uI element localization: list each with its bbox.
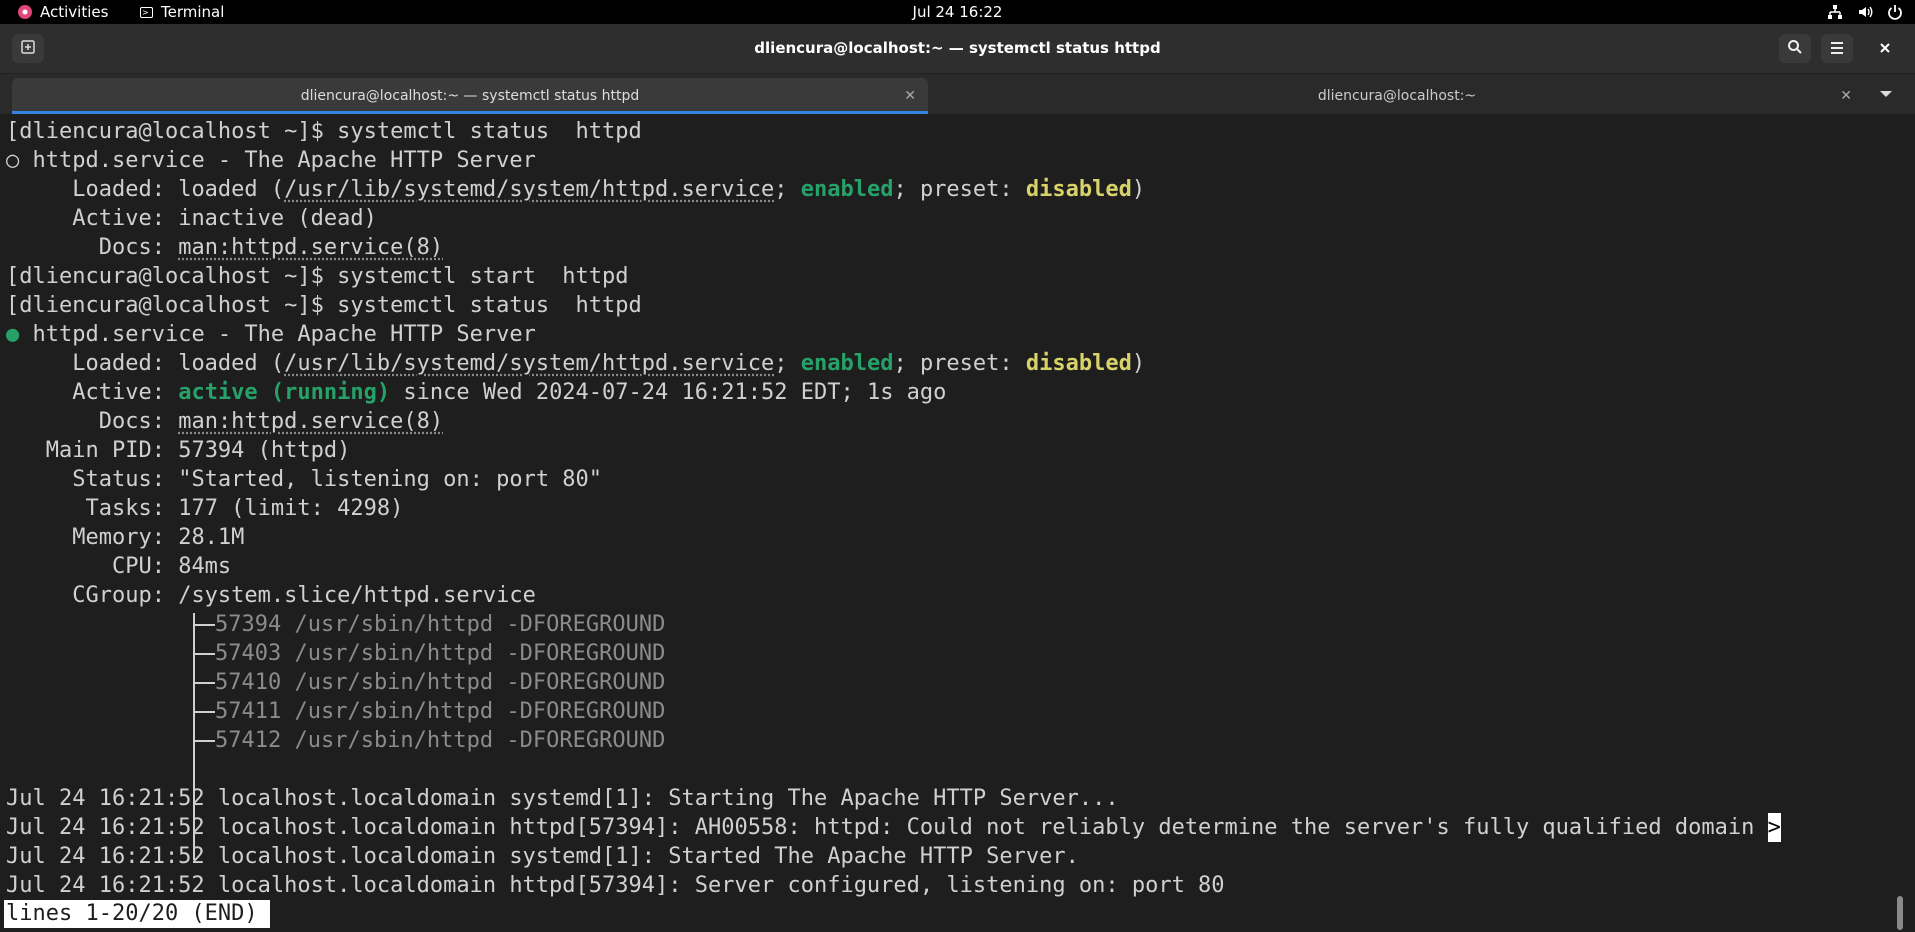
terminal-output[interactable]: [dliencura@localhost ~]$ systemctl statu… — [0, 117, 1915, 932]
terminal-scrollbar[interactable] — [1897, 896, 1903, 930]
terminal-line: Loaded: loaded (/usr/lib/systemd/system/… — [72, 351, 1146, 376]
new-tab-button[interactable] — [12, 34, 44, 63]
prompt: [dliencura@localhost ~]$ — [6, 264, 338, 289]
search-icon — [1787, 39, 1803, 59]
terminal-line: ○ httpd.service - The Apache HTTP Server — [6, 146, 536, 175]
network-icon[interactable] — [1827, 4, 1843, 20]
prompt: [dliencura@localhost ~]$ — [6, 293, 338, 318]
service-title: httpd.service - The Apache HTTP Server — [32, 322, 536, 347]
inactive-circle-icon: ○ — [6, 148, 33, 173]
close-icon — [1879, 39, 1891, 58]
cgroup-process: 57403 /usr/sbin/httpd -DFOREGROUND — [215, 641, 666, 666]
command: systemctl start httpd — [337, 264, 629, 289]
terminal-line: [dliencura@localhost ~]$ systemctl start… — [6, 262, 629, 291]
log-line: Jul 24 16:21:52 localhost.localdomain sy… — [6, 786, 1119, 811]
volume-icon[interactable] — [1857, 4, 1873, 20]
log-line: Jul 24 16:21:52 localhost.localdomain ht… — [6, 873, 1225, 898]
chevron-down-icon — [1878, 89, 1894, 108]
active-label: Active: — [72, 380, 179, 405]
terminal-line: CPU: 84ms — [6, 552, 231, 581]
status-line: Status: "Started, listening on: port 80" — [72, 467, 603, 492]
tab-shell[interactable]: dliencura@localhost:~ ✕ — [930, 78, 1864, 114]
docs-link[interactable]: man:httpd.service(8) — [178, 235, 443, 260]
command: systemctl status httpd — [337, 293, 642, 318]
terminal-line: Docs: man:httpd.service(8) — [6, 233, 443, 262]
window-title: dliencura@localhost:~ — systemctl status… — [754, 39, 1161, 57]
main-menu-button[interactable] — [1821, 34, 1853, 63]
tasks-line: Tasks: 177 (limit: 4298) — [85, 496, 404, 521]
preset-state: disabled — [1025, 177, 1132, 202]
service-title: httpd.service - The Apache HTTP Server — [32, 148, 536, 173]
cpu-line: CPU: 84ms — [111, 554, 232, 579]
hamburger-menu-icon — [1830, 39, 1844, 58]
terminal-line: Status: "Started, listening on: port 80" — [6, 465, 602, 494]
loaded-label: Loaded: loaded ( — [72, 351, 285, 376]
active-dot-icon: ● — [6, 322, 33, 347]
terminal-line: Docs: man:httpd.service(8) — [6, 407, 443, 436]
cgroup-process: 57410 /usr/sbin/httpd -DFOREGROUND — [215, 670, 666, 695]
close-tab-icon[interactable]: ✕ — [1840, 78, 1852, 114]
unit-path-link[interactable]: /usr/lib/systemd/system/httpd.service — [284, 177, 774, 202]
tree-branch — [193, 711, 215, 713]
log-line: Jul 24 16:21:52 localhost.localdomain ht… — [6, 813, 1781, 842]
tab-systemctl-status[interactable]: dliencura@localhost:~ — systemctl status… — [12, 78, 928, 114]
terminal-line: Loaded: loaded (/usr/lib/systemd/system/… — [72, 177, 1146, 202]
tab-label: dliencura@localhost:~ — [1317, 88, 1477, 104]
close-window-button[interactable] — [1869, 34, 1901, 63]
docs-label: Docs: — [98, 235, 179, 260]
terminal-line: Tasks: 177 (limit: 4298) — [6, 494, 403, 523]
tab-list-dropdown-button[interactable] — [1878, 84, 1894, 104]
tab-label: dliencura@localhost:~ — systemctl status… — [300, 88, 640, 104]
active-running-state: active (running) — [178, 380, 391, 405]
tree-branch — [193, 740, 215, 742]
power-icon[interactable] — [1887, 4, 1903, 20]
pager-status-line: lines 1-20/20 (END) — [4, 900, 270, 928]
active-status: Active: inactive (dead) — [72, 206, 377, 231]
truncation-marker: > — [1767, 813, 1781, 842]
window-header-bar: dliencura@localhost:~ — systemctl status… — [0, 24, 1915, 74]
tab-bar: dliencura@localhost:~ — systemctl status… — [0, 74, 1915, 114]
docs-link[interactable]: man:httpd.service(8) — [178, 409, 443, 434]
new-tab-icon — [20, 39, 36, 59]
loaded-label: Loaded: loaded ( — [72, 177, 285, 202]
tree-branch — [193, 682, 215, 684]
terminal-line: Active: active (running) since Wed 2024-… — [6, 378, 946, 407]
cgroup-line: CGroup: /system.slice/httpd.service — [72, 583, 536, 608]
terminal-line: ● httpd.service - The Apache HTTP Server — [6, 320, 536, 349]
cgroup-process: 57411 /usr/sbin/httpd -DFOREGROUND — [215, 699, 666, 724]
terminal-line: [dliencura@localhost ~]$ systemctl statu… — [6, 291, 642, 320]
clock-label[interactable]: Jul 24 16:22 — [913, 0, 1003, 24]
terminal-line: Main PID: 57394 (httpd) — [6, 436, 351, 465]
tree-branch — [193, 624, 215, 626]
terminal-line: CGroup: /system.slice/httpd.service — [6, 581, 536, 610]
terminal-line: Active: inactive (dead) — [6, 204, 377, 233]
terminal-line: Memory: 28.1M — [6, 523, 244, 552]
main-pid: Main PID: 57394 (httpd) — [45, 438, 351, 463]
command: systemctl status httpd — [337, 119, 642, 144]
terminal-line: [dliencura@localhost ~]$ systemctl statu… — [6, 117, 642, 146]
active-tab-indicator — [12, 111, 928, 114]
prompt: [dliencura@localhost ~]$ — [6, 119, 338, 144]
docs-label: Docs: — [98, 409, 179, 434]
unit-path-link[interactable]: /usr/lib/systemd/system/httpd.service — [284, 351, 774, 376]
enabled-state: enabled — [800, 351, 894, 376]
search-button[interactable] — [1779, 34, 1811, 63]
close-tab-icon[interactable]: ✕ — [904, 78, 916, 114]
cgroup-process: 57412 /usr/sbin/httpd -DFOREGROUND — [215, 728, 666, 753]
tree-branch — [193, 653, 215, 655]
clock: Jul 24 16:22 — [0, 0, 1915, 24]
enabled-state: enabled — [800, 177, 894, 202]
system-top-bar: Activities > Terminal Jul 24 16:22 — [0, 0, 1915, 24]
system-tray[interactable] — [1827, 0, 1903, 24]
active-since: since Wed 2024-07-24 16:21:52 EDT; 1s ag… — [390, 380, 947, 405]
memory-line: Memory: 28.1M — [72, 525, 245, 550]
preset-state: disabled — [1025, 351, 1132, 376]
log-line: Jul 24 16:21:52 localhost.localdomain sy… — [6, 844, 1079, 869]
cgroup-process: 57394 /usr/sbin/httpd -DFOREGROUND — [215, 612, 666, 637]
